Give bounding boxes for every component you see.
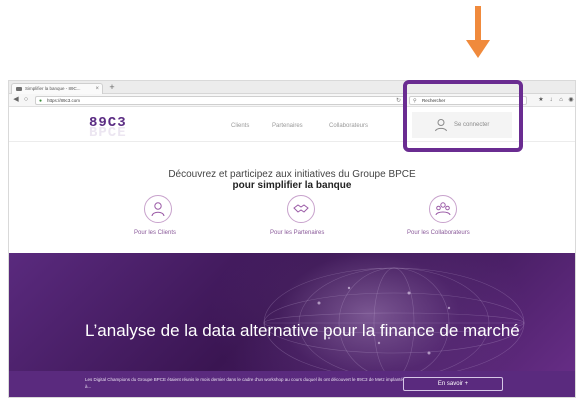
en-savoir-plus-button[interactable]: En savoir + [403,377,503,391]
handshake-icon [293,204,309,213]
partenaires-circle[interactable] [287,195,315,223]
reload-icon[interactable]: ↻ [396,97,401,105]
hero-footer-bar: Les Digital Champions du Groupe BPCE éta… [9,371,575,397]
bookmark-icon[interactable]: ★ [537,96,545,104]
hero-text: Les Digital Champions du Groupe BPCE éta… [85,377,404,389]
lock-icon: ● [39,98,43,104]
logo[interactable]: 89C3 BPCE [89,116,141,140]
shield-icon[interactable]: ◉ [567,96,575,104]
collaborateurs-label[interactable]: Pour les Collaborateurs [407,229,470,237]
forward-icon[interactable]: ○ [21,95,31,105]
url-text: https://89c3.com [47,98,81,103]
partenaires-label[interactable]: Pour les Partenaires [270,229,324,237]
close-tab-icon[interactable]: × [95,84,99,94]
down-arrow-icon [466,6,490,58]
back-icon[interactable]: ◀ [11,95,21,105]
home-icon[interactable]: ⌂ [557,96,565,104]
group-icon [435,202,451,216]
nav-clients[interactable]: Clients [231,122,249,130]
tab-title: Simplifier la banque - 89C... [25,86,81,91]
url-bar[interactable]: ● https://89c3.com ↻ [35,96,405,105]
collaborateurs-circle[interactable] [429,195,457,223]
browser-tab[interactable]: Simplifier la banque - 89C... × [11,83,103,94]
clients-label[interactable]: Pour les Clients [134,229,176,237]
download-icon[interactable]: ↓ [547,96,555,104]
intro-line-bold: pour simplifier la banque [232,180,352,191]
favicon-icon [16,87,22,91]
hero-banner[interactable]: L’analyse de la data alternative pour la… [9,253,575,397]
nav-collaborateurs[interactable]: Collaborateurs [329,122,368,130]
globe-graphic [263,267,525,373]
hero-title: L’analyse de la data alternative pour la… [85,321,520,340]
clients-circle[interactable] [144,195,172,223]
new-tab-button[interactable]: + [107,82,117,92]
nav-partenaires[interactable]: Partenaires [272,122,303,130]
screenshot-stage: Simplifier la banque - 89C... × + ◀ ○ ● … [0,0,585,403]
highlight-frame [403,80,523,152]
person-icon [151,202,165,217]
